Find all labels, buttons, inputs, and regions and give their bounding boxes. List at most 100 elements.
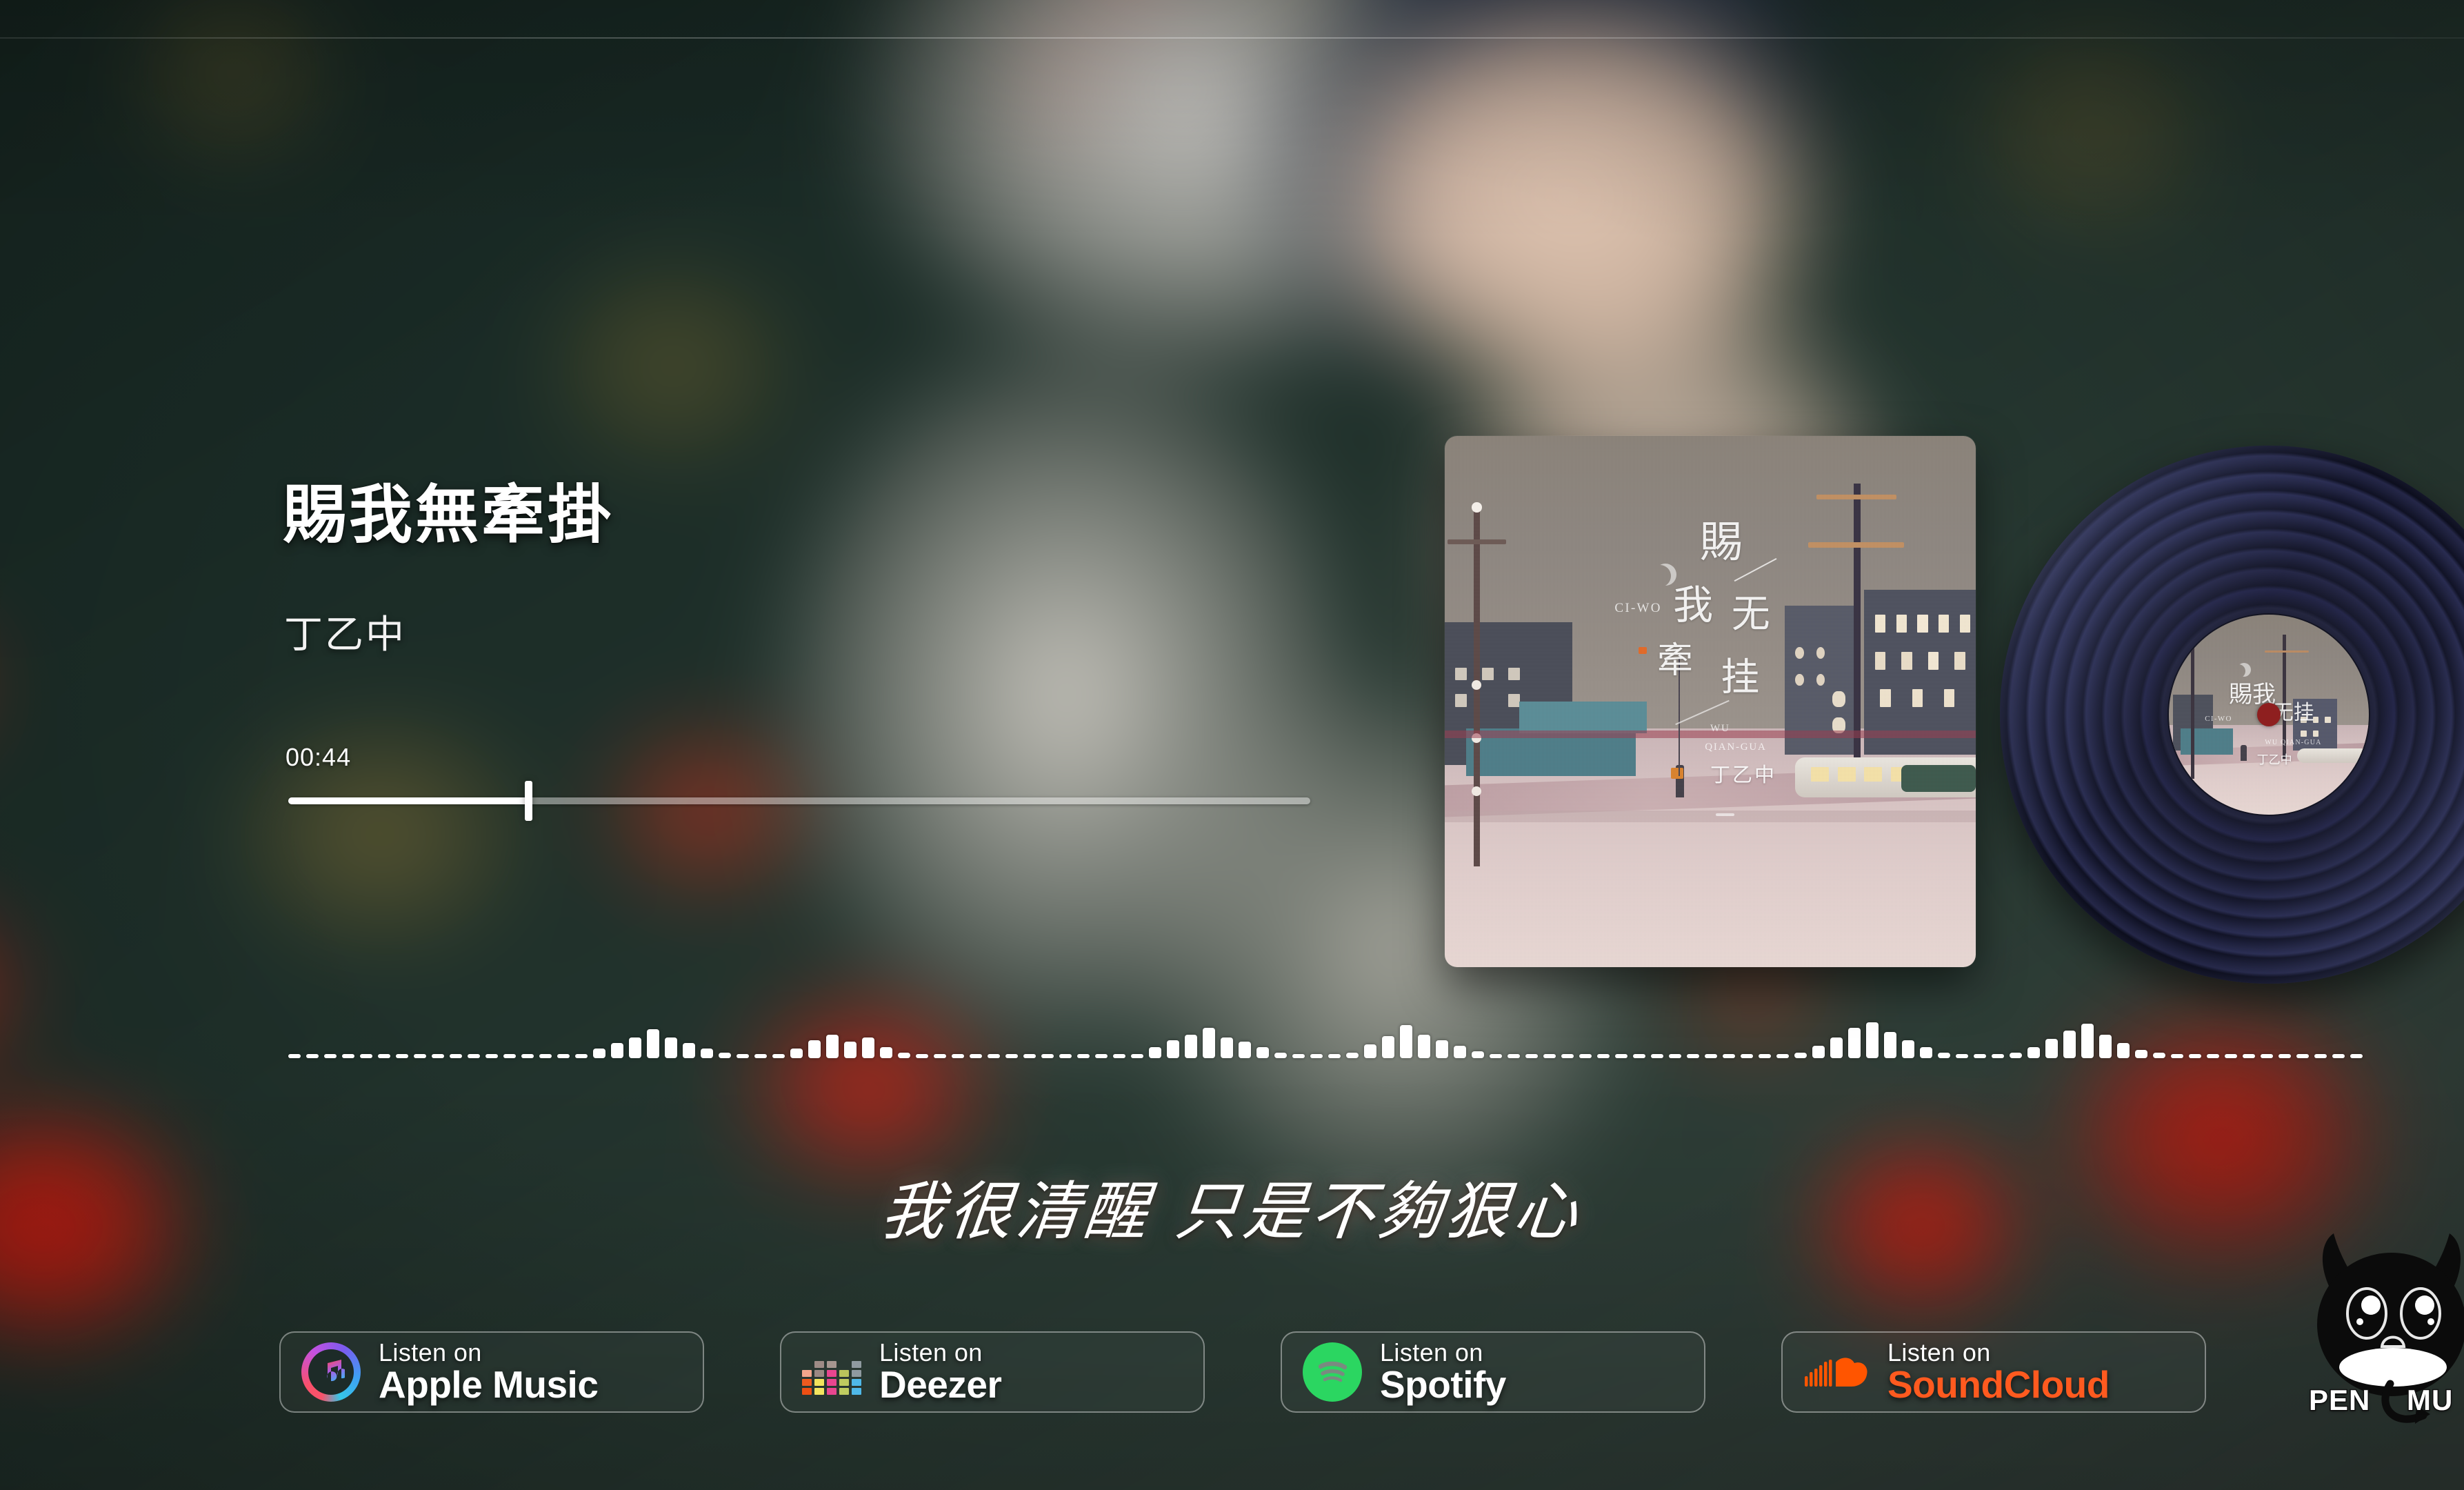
lyric-line: 我很清醒 只是不夠狠心 <box>877 1175 1585 1249</box>
waveform-bar <box>898 1053 910 1058</box>
waveform-bar <box>342 1054 354 1058</box>
waveform-bar <box>1920 1047 1932 1058</box>
waveform-bar <box>1525 1054 1538 1058</box>
soundcloud-icon <box>1803 1351 1870 1393</box>
waveform-bar <box>1221 1037 1233 1058</box>
waveform-bar <box>719 1053 731 1058</box>
service-name-label: Apple Music <box>379 1363 599 1407</box>
waveform-bar <box>1561 1054 1574 1058</box>
waveform-bar <box>2135 1050 2147 1058</box>
album-artwork[interactable]: 賜 我 牽 无 挂 CI-WO WU QIAN-GUA 丁乙中 <box>1445 436 1976 967</box>
waveform-bar <box>1759 1054 1771 1058</box>
waveform-bar <box>1508 1054 1520 1058</box>
waveform-bar <box>2189 1054 2201 1058</box>
progress-bar[interactable] <box>288 781 1310 821</box>
waveform-bar <box>1059 1054 1072 1058</box>
track-title: 賜我無牽掛 <box>283 477 614 552</box>
waveform-bar <box>1077 1054 1090 1058</box>
waveform-bar <box>1113 1054 1125 1058</box>
waveform-bar <box>1041 1054 1054 1058</box>
waveform-bar <box>1364 1044 1376 1058</box>
waveform-bar <box>790 1049 803 1058</box>
waveform-bar <box>1310 1054 1323 1058</box>
waveform-bar <box>2314 1054 2327 1058</box>
waveform-bar <box>1776 1054 1789 1058</box>
waveform-bar <box>2332 1054 2345 1058</box>
listen-on-soundcloud-button[interactable]: Listen on SoundCloud <box>1781 1331 2206 1413</box>
waveform-bar <box>1633 1054 1645 1058</box>
waveform-bar <box>916 1054 928 1058</box>
waveform-bar <box>593 1049 605 1058</box>
progress-handle[interactable] <box>525 781 533 821</box>
waveform-bar <box>2225 1054 2237 1058</box>
waveform-bar <box>539 1054 552 1058</box>
waveform-bar <box>1292 1054 1305 1058</box>
waveform-bar <box>360 1054 372 1058</box>
waveform-bar <box>1203 1028 1215 1058</box>
waveform-bar <box>1454 1046 1466 1058</box>
waveform-bar <box>1938 1053 1950 1058</box>
waveform-bar <box>701 1049 713 1058</box>
waveform-bar <box>1974 1054 1986 1058</box>
waveform-bar <box>396 1054 408 1058</box>
waveform-bar <box>1543 1054 1556 1058</box>
waveform-bar <box>2296 1054 2309 1058</box>
waveform-bar <box>665 1037 677 1058</box>
waveform-bar <box>2207 1054 2219 1058</box>
waveform-bar <box>862 1037 874 1058</box>
waveform-bar <box>324 1054 337 1058</box>
waveform-bar <box>1239 1042 1251 1058</box>
waveform-bar <box>557 1054 570 1058</box>
waveform-bar <box>1418 1035 1430 1058</box>
service-pre-label: Listen on <box>1887 1338 1991 1367</box>
deezer-icon <box>802 1349 861 1395</box>
waveform-bar <box>1167 1040 1179 1058</box>
waveform-bar <box>378 1054 390 1058</box>
elapsed-time: 00:44 <box>286 743 352 771</box>
listen-on-deezer-button[interactable]: Listen on Deezer <box>780 1331 1205 1413</box>
waveform-bar <box>1185 1035 1197 1058</box>
waveform-bar <box>2117 1043 2130 1058</box>
listen-on-spotify-button[interactable]: Listen on Spotify <box>1281 1331 1705 1413</box>
waveform-bar <box>1328 1054 1341 1058</box>
waveform-bar <box>2171 1054 2183 1058</box>
track-artist: 丁乙中 <box>284 613 406 657</box>
waveform-bar <box>934 1054 946 1058</box>
waveform-bar <box>1005 1054 1018 1058</box>
service-pre-label: Listen on <box>1380 1338 1483 1367</box>
vinyl-record: 賜我 无挂 CI-WO WU QIAN-GUA 丁乙中 <box>2000 446 2464 984</box>
waveform-bar <box>808 1040 821 1058</box>
mascot-label-right: MU <box>2405 1383 2454 1418</box>
mascot-label-left: PEN <box>2307 1383 2371 1418</box>
waveform-bar <box>2261 1054 2273 1058</box>
waveform-bar <box>468 1054 480 1058</box>
waveform-bar <box>1131 1054 1143 1058</box>
waveform-bar <box>1687 1054 1699 1058</box>
waveform-bar <box>1794 1053 1807 1058</box>
waveform-bar <box>1723 1054 1735 1058</box>
waveform-bar <box>683 1043 695 1058</box>
waveform-bar <box>1669 1054 1681 1058</box>
waveform-bar <box>1274 1053 1287 1058</box>
waveform-bar <box>1346 1053 1359 1058</box>
waveform-bar <box>2027 1047 2040 1058</box>
waveform-bar <box>1023 1054 1036 1058</box>
waveform-bar <box>1149 1047 1161 1058</box>
waveform-bar <box>737 1054 749 1058</box>
waveform-bar <box>1095 1054 1108 1058</box>
streaming-services-row: Listen on Apple Music Listen on Deezer L… <box>279 1331 2206 1414</box>
service-pre-label: Listen on <box>879 1338 983 1367</box>
waveform-bar <box>414 1054 426 1058</box>
waveform-bar <box>1490 1054 1502 1058</box>
waveform-bar <box>826 1035 839 1058</box>
listen-on-apple-music-button[interactable]: Listen on Apple Music <box>279 1331 704 1413</box>
waveform-bar <box>575 1054 588 1058</box>
waveform-bar <box>1597 1054 1610 1058</box>
service-name-label: Deezer <box>879 1363 1002 1407</box>
waveform-bar <box>485 1054 498 1058</box>
waveform-bar <box>1956 1054 1968 1058</box>
waveform-bar <box>2153 1053 2165 1058</box>
vinyl-spindle-hole <box>2257 703 2281 726</box>
waveform-bar <box>629 1037 641 1058</box>
service-pre-label: Listen on <box>379 1338 482 1367</box>
